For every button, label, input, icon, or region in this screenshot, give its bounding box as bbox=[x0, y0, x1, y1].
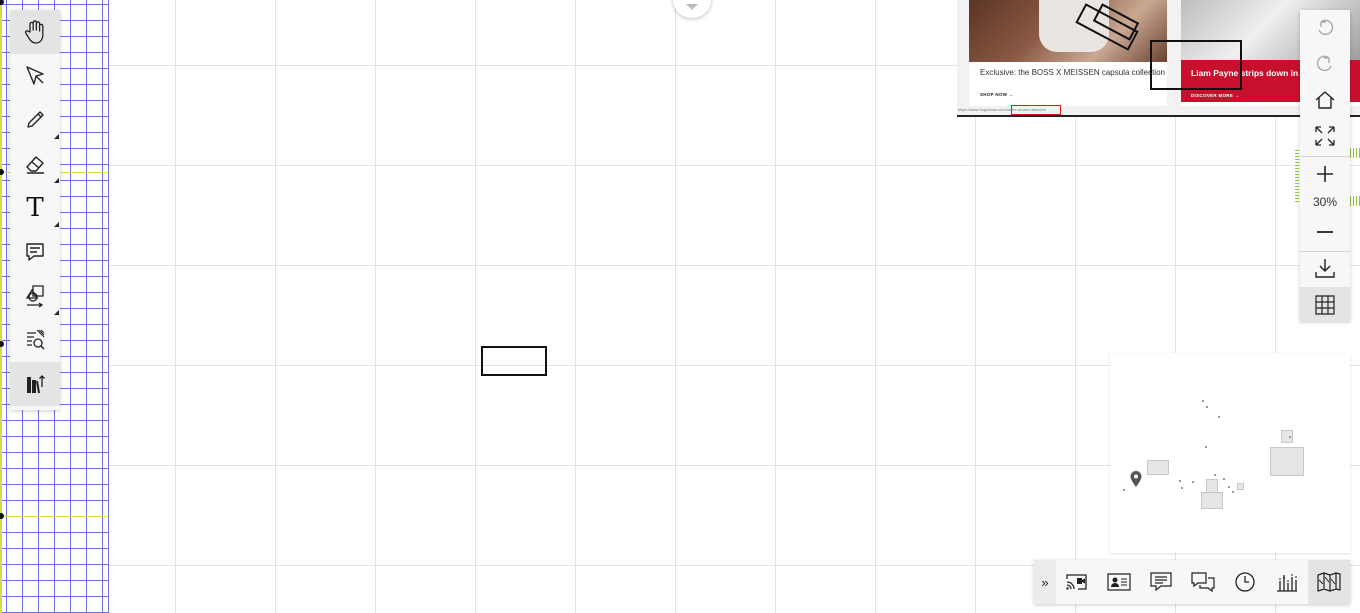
map-icon bbox=[1317, 572, 1341, 592]
minimap-object bbox=[1237, 483, 1244, 490]
collapse-panel-button[interactable]: » bbox=[1034, 560, 1056, 604]
undo-button[interactable] bbox=[1300, 10, 1350, 46]
chevron-down-icon bbox=[686, 4, 698, 10]
selection-handle[interactable] bbox=[0, 513, 4, 519]
hand-tool[interactable] bbox=[10, 10, 60, 54]
history-button[interactable] bbox=[1224, 560, 1266, 604]
download-icon bbox=[1315, 259, 1335, 278]
strip-guide-line bbox=[0, 516, 108, 517]
bar-chart-icon bbox=[1277, 574, 1297, 592]
cast-video-icon bbox=[1066, 574, 1087, 590]
zoom-level: 30% bbox=[1312, 195, 1338, 209]
fit-screen-button[interactable] bbox=[1300, 118, 1350, 154]
undo-icon bbox=[1318, 19, 1334, 36]
text-icon: T bbox=[26, 193, 44, 223]
redo-icon bbox=[1316, 55, 1332, 72]
promo-card: Exclusive: the BOSS X MEISSEN capsula co… bbox=[969, 0, 1167, 106]
chat-button[interactable] bbox=[1182, 560, 1224, 604]
selection-handle[interactable] bbox=[0, 0, 4, 5]
comment-icon bbox=[26, 243, 44, 261]
search-document-icon bbox=[27, 329, 45, 350]
shop-now-link[interactable]: SHOP NOW → bbox=[980, 92, 1014, 97]
clock-icon bbox=[1235, 572, 1255, 592]
discover-more-link[interactable]: DISCOVER MORE → bbox=[1191, 93, 1240, 98]
pencil-icon bbox=[27, 111, 44, 128]
hand-icon bbox=[24, 20, 44, 44]
cast-button[interactable] bbox=[1056, 560, 1098, 604]
contact-card-icon bbox=[1107, 573, 1131, 591]
eraser-tool[interactable] bbox=[10, 142, 60, 186]
cursor-arrow-icon bbox=[26, 66, 44, 85]
annotation-rectangle[interactable] bbox=[1150, 40, 1242, 90]
fit-screen-icon bbox=[1315, 126, 1335, 146]
shapes-icon bbox=[25, 285, 44, 308]
submenu-indicator bbox=[54, 134, 59, 139]
selection-handle[interactable] bbox=[0, 169, 4, 175]
location-pin-icon bbox=[1130, 471, 1142, 487]
chat-icon bbox=[1191, 572, 1215, 593]
promo-caption: Exclusive: the BOSS X MEISSEN capsula co… bbox=[980, 68, 1165, 77]
plus-icon bbox=[1317, 166, 1333, 182]
minimap-object bbox=[1281, 430, 1293, 443]
minimap-object bbox=[1270, 447, 1304, 476]
download-button[interactable] bbox=[1300, 250, 1350, 286]
minimap[interactable] bbox=[1110, 353, 1350, 553]
zoom-in-button[interactable] bbox=[1300, 156, 1350, 192]
ruler-ticks bbox=[1295, 150, 1299, 202]
notes-button[interactable] bbox=[1140, 560, 1182, 604]
text-tool[interactable]: T bbox=[10, 186, 60, 230]
search-tool[interactable] bbox=[10, 318, 60, 362]
grid-toggle[interactable] bbox=[1300, 287, 1350, 323]
tool-palette: T bbox=[10, 10, 60, 410]
bottom-panel-bar: » bbox=[1034, 560, 1350, 604]
minimap-object bbox=[1206, 479, 1218, 493]
grid-icon bbox=[1315, 295, 1335, 315]
contact-card-button[interactable] bbox=[1098, 560, 1140, 604]
submenu-indicator bbox=[54, 178, 59, 183]
submenu-indicator bbox=[54, 310, 59, 315]
rectangle-shape[interactable] bbox=[481, 346, 547, 376]
home-icon bbox=[1315, 91, 1335, 109]
select-tool[interactable] bbox=[10, 54, 60, 98]
zoom-out-button[interactable] bbox=[1300, 214, 1350, 250]
url-highlight bbox=[1011, 105, 1061, 115]
home-button[interactable] bbox=[1300, 82, 1350, 118]
eraser-icon bbox=[26, 156, 44, 174]
ruler-ticks bbox=[1350, 148, 1360, 158]
map-button[interactable] bbox=[1308, 560, 1350, 604]
shapes-tool[interactable] bbox=[10, 274, 60, 318]
library-icon bbox=[27, 375, 45, 394]
submenu-indicator bbox=[54, 222, 59, 227]
comment-tool[interactable] bbox=[10, 230, 60, 274]
stats-button[interactable] bbox=[1266, 560, 1308, 604]
minimap-object bbox=[1147, 460, 1169, 475]
minus-icon bbox=[1317, 231, 1333, 233]
minimap-object bbox=[1201, 492, 1223, 509]
redo-button[interactable] bbox=[1300, 46, 1350, 82]
pen-tool[interactable] bbox=[10, 98, 60, 142]
library-tool[interactable] bbox=[10, 362, 60, 406]
notes-icon bbox=[1150, 572, 1172, 592]
ruler-ticks bbox=[1350, 196, 1360, 206]
view-controls: 30% bbox=[1300, 10, 1350, 323]
selection-handle[interactable] bbox=[0, 341, 4, 347]
